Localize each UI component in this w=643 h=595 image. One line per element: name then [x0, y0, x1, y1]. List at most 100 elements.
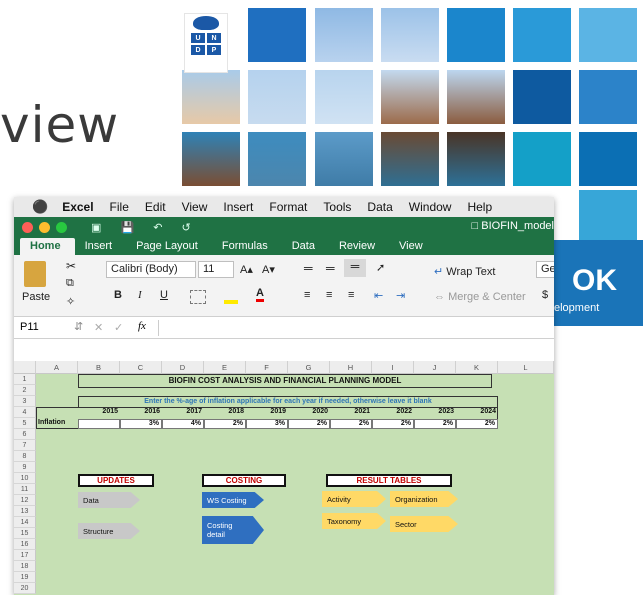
- borders-icon[interactable]: [190, 290, 206, 304]
- column-header[interactable]: A: [36, 361, 78, 374]
- inflation-cell[interactable]: 2%: [330, 419, 372, 429]
- inflation-cell[interactable]: 2%: [456, 419, 498, 429]
- copy-icon[interactable]: ⧉: [66, 277, 74, 290]
- format-painter-icon[interactable]: ✧: [66, 295, 75, 308]
- shrink-font-button[interactable]: A▾: [262, 263, 275, 276]
- inflation-cell[interactable]: 3%: [246, 419, 288, 429]
- cut-icon[interactable]: ✂: [66, 259, 76, 273]
- minimize-window-button[interactable]: [39, 221, 50, 233]
- activity-button[interactable]: Activity: [322, 491, 386, 507]
- row-header[interactable]: 8: [14, 451, 36, 462]
- paste-button[interactable]: Paste: [22, 291, 50, 303]
- menu-view[interactable]: View: [182, 200, 208, 214]
- tab-insert[interactable]: Insert: [75, 238, 127, 255]
- year-cell[interactable]: 2021: [330, 408, 372, 415]
- menu-insert[interactable]: Insert: [223, 200, 253, 214]
- column-header[interactable]: J: [414, 361, 456, 374]
- fill-color-icon[interactable]: [224, 290, 238, 304]
- row-header[interactable]: 2: [14, 385, 36, 396]
- costing-detail-button[interactable]: Costing detail: [202, 516, 264, 544]
- year-cell[interactable]: 2016: [120, 408, 162, 415]
- menu-file[interactable]: File: [110, 200, 129, 214]
- select-all-corner[interactable]: [14, 361, 36, 374]
- menu-app-name[interactable]: Excel: [62, 200, 93, 214]
- row-header[interactable]: 13: [14, 506, 36, 517]
- row-header[interactable]: 15: [14, 528, 36, 539]
- tab-view[interactable]: View: [389, 238, 437, 255]
- column-header[interactable]: D: [162, 361, 204, 374]
- italic-button[interactable]: I: [138, 289, 142, 301]
- year-cell[interactable]: 2019: [246, 408, 288, 415]
- year-cell[interactable]: 2022: [372, 408, 414, 415]
- enter-icon[interactable]: ✓: [114, 321, 123, 334]
- row-header[interactable]: 19: [14, 572, 36, 583]
- inflation-cell[interactable]: 3%: [120, 419, 162, 429]
- currency-button[interactable]: $: [542, 289, 548, 301]
- inflation-cell[interactable]: 2%: [372, 419, 414, 429]
- tab-review[interactable]: Review: [329, 238, 389, 255]
- worksheet[interactable]: A B C D E F G H I J K L 1 2 3 4 5 6 7 8 …: [14, 361, 554, 595]
- font-name-select[interactable]: Calibri (Body): [106, 261, 196, 278]
- row-header[interactable]: 9: [14, 462, 36, 473]
- cell-reference-box[interactable]: P11: [20, 321, 39, 333]
- menu-data[interactable]: Data: [367, 200, 392, 214]
- close-window-button[interactable]: [22, 221, 33, 233]
- underline-button[interactable]: U: [160, 289, 168, 301]
- structure-button[interactable]: Structure: [78, 523, 140, 539]
- year-cell[interactable]: 2020: [288, 408, 330, 415]
- bold-button[interactable]: B: [114, 289, 122, 301]
- align-middle-icon[interactable]: ═: [326, 261, 335, 275]
- year-cell[interactable]: 2024: [456, 408, 498, 415]
- menu-help[interactable]: Help: [467, 200, 492, 214]
- inflation-cell[interactable]: 2%: [204, 419, 246, 429]
- column-header[interactable]: K: [456, 361, 498, 374]
- formula-input[interactable]: [164, 319, 552, 337]
- zoom-window-button[interactable]: [56, 221, 67, 233]
- column-header[interactable]: F: [246, 361, 288, 374]
- orientation-icon[interactable]: ➚: [376, 261, 385, 274]
- inflation-cell[interactable]: 2%: [414, 419, 456, 429]
- sector-button[interactable]: Sector: [390, 516, 458, 532]
- paste-icon[interactable]: [24, 261, 46, 287]
- font-color-icon[interactable]: A: [256, 287, 264, 302]
- row-header[interactable]: 11: [14, 484, 36, 495]
- menu-edit[interactable]: Edit: [145, 200, 166, 214]
- row-header[interactable]: 6: [14, 429, 36, 440]
- column-header[interactable]: H: [330, 361, 372, 374]
- row-header[interactable]: 10: [14, 473, 36, 484]
- row-header[interactable]: 3: [14, 396, 36, 407]
- row-header[interactable]: 17: [14, 550, 36, 561]
- year-cell[interactable]: 2015: [78, 408, 120, 415]
- row-header[interactable]: 16: [14, 539, 36, 550]
- row-header[interactable]: 14: [14, 517, 36, 528]
- align-left-icon[interactable]: ≡: [304, 289, 310, 301]
- stepper-icon[interactable]: ⇵: [74, 320, 83, 333]
- ws-costing-button[interactable]: WS Costing: [202, 492, 264, 508]
- align-center-icon[interactable]: ≡: [326, 289, 332, 301]
- year-cell[interactable]: 2017: [162, 408, 204, 415]
- insert-function-button[interactable]: fx: [138, 320, 146, 332]
- year-cell[interactable]: 2023: [414, 408, 456, 415]
- align-top-icon[interactable]: ═: [304, 261, 313, 275]
- row-header[interactable]: 4: [14, 407, 36, 418]
- row-header[interactable]: 5: [14, 418, 36, 429]
- grow-font-button[interactable]: A▴: [240, 263, 253, 276]
- row-header[interactable]: 18: [14, 561, 36, 572]
- font-size-select[interactable]: 11: [198, 261, 234, 278]
- column-header[interactable]: B: [78, 361, 120, 374]
- column-header[interactable]: L: [498, 361, 554, 374]
- apple-icon[interactable]: ⚫: [32, 199, 48, 215]
- column-header[interactable]: G: [288, 361, 330, 374]
- cancel-icon[interactable]: ✕: [94, 321, 103, 334]
- align-bottom-icon[interactable]: ═: [344, 259, 366, 277]
- column-header[interactable]: E: [204, 361, 246, 374]
- align-right-icon[interactable]: ≡: [348, 289, 354, 301]
- quick-access-toolbar[interactable]: ▣ 💾 ↶ ↺: [91, 221, 199, 234]
- row-header[interactable]: 7: [14, 440, 36, 451]
- tab-data[interactable]: Data: [282, 238, 329, 255]
- tab-home[interactable]: Home: [20, 238, 75, 255]
- data-button[interactable]: Data: [78, 492, 140, 508]
- merge-center-button[interactable]: ⇔ Merge & Center: [434, 291, 526, 303]
- row-header[interactable]: 20: [14, 583, 36, 594]
- decrease-indent-icon[interactable]: ⇤: [374, 289, 383, 302]
